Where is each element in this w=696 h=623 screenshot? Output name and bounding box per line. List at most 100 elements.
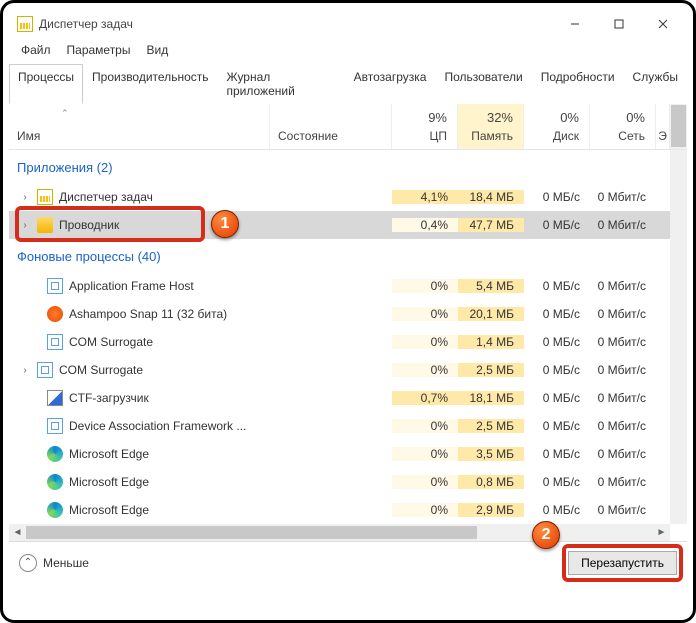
close-button[interactable] xyxy=(641,9,685,39)
cell-mem: 2,5 МБ xyxy=(458,363,524,377)
menu-file[interactable]: Файл xyxy=(15,41,57,59)
com-surrogate-icon xyxy=(47,334,63,350)
col-mem[interactable]: 32% Память xyxy=(458,104,524,149)
process-name: Диспетчер задач xyxy=(59,190,153,204)
table-row[interactable]: Microsoft Edge 0%2,9 МБ0 МБ/с0 Мбит/с xyxy=(9,496,670,524)
table-row[interactable]: Device Association Framework ... 0%2,5 М… xyxy=(9,412,670,440)
cell-disk: 0 МБ/с xyxy=(524,279,590,293)
tab-app-history[interactable]: Журнал приложений xyxy=(218,64,345,104)
tab-bar: Процессы Производительность Журнал прило… xyxy=(9,63,687,104)
col-cpu[interactable]: 9% ЦП xyxy=(392,104,458,149)
titlebar: Диспетчер задач xyxy=(9,9,687,39)
vertical-scrollbar[interactable] xyxy=(670,104,687,149)
tab-processes[interactable]: Процессы xyxy=(9,64,83,104)
cell-disk: 0 МБ/с xyxy=(524,503,590,517)
cell-cpu: 0% xyxy=(392,279,458,293)
edge-icon xyxy=(47,446,63,462)
col-name[interactable]: ⌃ Имя xyxy=(9,104,270,149)
cell-mem: 2,5 МБ xyxy=(458,419,524,433)
edge-icon xyxy=(47,474,63,490)
table-row[interactable]: COM Surrogate 0%1,4 МБ0 МБ/с0 Мбит/с xyxy=(9,328,670,356)
cell-net: 0 Мбит/с xyxy=(590,475,656,489)
process-name: Microsoft Edge xyxy=(69,475,149,489)
maximize-button[interactable] xyxy=(597,9,641,39)
cell-mem: 1,4 МБ xyxy=(458,335,524,349)
col-net[interactable]: 0% Сеть xyxy=(590,104,656,149)
menubar: Файл Параметры Вид xyxy=(9,39,687,61)
table-row[interactable]: Ashampoo Snap 11 (32 бита) 0%20,1 МБ0 МБ… xyxy=(9,300,670,328)
tab-performance[interactable]: Производительность xyxy=(83,64,217,104)
cell-net: 0 Мбит/с xyxy=(590,503,656,517)
cell-cpu: 0% xyxy=(392,335,458,349)
vertical-scrollbar-body[interactable] xyxy=(670,150,687,524)
expand-icon[interactable]: › xyxy=(19,365,31,376)
task-manager-icon xyxy=(37,189,53,205)
table-row[interactable]: Microsoft Edge 0%0,8 МБ0 МБ/с0 Мбит/с xyxy=(9,468,670,496)
menu-view[interactable]: Вид xyxy=(140,41,174,59)
minimize-button[interactable] xyxy=(553,9,597,39)
expand-icon[interactable]: › xyxy=(19,192,31,203)
process-list: Приложения (2) ›Диспетчер задач 4,1% 18,… xyxy=(9,150,670,524)
restart-button[interactable]: Перезапустить xyxy=(568,551,677,575)
cell-disk: 0 МБ/с xyxy=(524,335,590,349)
app-icon xyxy=(17,16,33,32)
process-name: Microsoft Edge xyxy=(69,447,149,461)
cell-mem: 47,7 МБ xyxy=(458,218,524,232)
fewer-details-button[interactable]: ⌃ Меньше xyxy=(19,554,89,572)
col-disk[interactable]: 0% Диск xyxy=(524,104,590,149)
table-row[interactable]: ›COM Surrogate 0%2,5 МБ0 МБ/с0 Мбит/с xyxy=(9,356,670,384)
cell-cpu: 0% xyxy=(392,419,458,433)
process-name: Device Association Framework ... xyxy=(69,419,246,433)
scrollbar-thumb[interactable] xyxy=(671,105,686,147)
group-apps: Приложения (2) xyxy=(9,150,670,183)
cpu-label: ЦП xyxy=(402,129,447,143)
col-name-label: Имя xyxy=(17,129,40,143)
table-row[interactable]: Application Frame Host 0%5,4 МБ0 МБ/с0 М… xyxy=(9,272,670,300)
cell-net: 0 Мбит/с xyxy=(590,218,656,232)
cell-cpu: 0,7% xyxy=(392,391,458,405)
scroll-left-icon[interactable]: ◄ xyxy=(9,527,26,538)
cell-net: 0 Мбит/с xyxy=(590,279,656,293)
cell-mem: 3,5 МБ xyxy=(458,447,524,461)
tab-users[interactable]: Пользователи xyxy=(435,64,531,104)
tab-startup[interactable]: Автозагрузка xyxy=(345,64,436,104)
horizontal-scrollbar[interactable]: ◄ ► xyxy=(9,524,670,541)
cell-disk: 0 МБ/с xyxy=(524,419,590,433)
tab-services[interactable]: Службы xyxy=(624,64,687,104)
process-name: Microsoft Edge xyxy=(69,503,149,517)
cell-disk: 0 МБ/с xyxy=(524,190,590,204)
table-row[interactable]: CTF-загрузчик 0,7%18,1 МБ0 МБ/с0 Мбит/с xyxy=(9,384,670,412)
cell-mem: 18,4 МБ xyxy=(458,190,524,204)
ashampoo-icon xyxy=(47,306,63,322)
process-name: Ashampoo Snap 11 (32 бита) xyxy=(69,307,227,321)
chevron-up-icon: ⌃ xyxy=(19,554,37,572)
cell-disk: 0 МБ/с xyxy=(524,391,590,405)
ctf-icon xyxy=(47,390,63,406)
menu-options[interactable]: Параметры xyxy=(61,41,137,59)
tab-details[interactable]: Подробности xyxy=(532,64,624,104)
scroll-right-icon[interactable]: ► xyxy=(653,527,670,538)
cell-disk: 0 МБ/с xyxy=(524,218,590,232)
net-label: Сеть xyxy=(600,129,645,143)
col-extra[interactable]: Э xyxy=(656,104,670,149)
table-row[interactable]: Microsoft Edge 0%3,5 МБ0 МБ/с0 Мбит/с xyxy=(9,440,670,468)
mem-label: Память xyxy=(468,129,513,143)
cell-disk: 0 МБ/с xyxy=(524,307,590,321)
column-headers: ⌃ Имя Состояние 9% ЦП 32% Память 0% Диск… xyxy=(9,104,687,150)
cell-net: 0 Мбит/с xyxy=(590,419,656,433)
device-assoc-icon xyxy=(47,418,63,434)
marker-1: 1 xyxy=(211,210,239,238)
cell-cpu: 0% xyxy=(392,307,458,321)
cell-net: 0 Мбит/с xyxy=(590,447,656,461)
explorer-icon xyxy=(37,217,53,233)
cell-cpu: 0% xyxy=(392,475,458,489)
process-name: COM Surrogate xyxy=(69,335,153,349)
cell-net: 0 Мбит/с xyxy=(590,190,656,204)
table-row[interactable]: ›Диспетчер задач 4,1% 18,4 МБ 0 МБ/с 0 М… xyxy=(9,183,670,211)
col-state[interactable]: Состояние xyxy=(270,104,392,149)
expand-icon[interactable]: › xyxy=(19,220,31,231)
sort-indicator-icon: ⌃ xyxy=(61,108,69,119)
table-row-selected[interactable]: ›Проводник 0,4% 47,7 МБ 0 МБ/с 0 Мбит/с xyxy=(9,211,670,239)
scrollbar-thumb[interactable] xyxy=(26,526,477,539)
cell-cpu: 0% xyxy=(392,363,458,377)
